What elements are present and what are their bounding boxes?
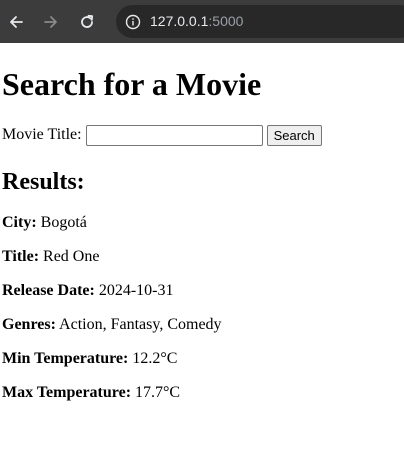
arrow-left-icon [10,16,23,28]
result-value: 12.2°C [132,350,178,367]
info-icon [125,14,141,30]
site-info-button[interactable] [123,12,143,32]
result-value: Action, Fantasy, Comedy [59,316,222,333]
result-label: Title: [2,248,40,265]
url-port: :5000 [208,13,244,29]
results-heading: Results: [2,169,85,195]
result-genres: Genres: Action, Fantasy, Comedy [2,315,222,334]
back-button[interactable] [2,8,30,36]
arrow-right-icon [44,16,57,28]
result-release-date: Release Date: 2024-10-31 [2,281,174,300]
result-label: Max Temperature: [2,384,132,401]
result-max-temperature: Max Temperature: 17.7°C [2,383,180,402]
result-value: 17.7°C [135,384,181,401]
result-title: Title: Red One [2,247,99,266]
url-text: 127.0.0.1:5000 [150,13,243,30]
address-bar[interactable]: 127.0.0.1:5000 [116,5,404,38]
result-city: City: Bogotá [2,213,87,232]
result-label: Min Temperature: [2,350,129,367]
url-host: 127.0.0.1 [150,13,209,29]
result-value: 2024-10-31 [98,282,174,299]
movie-title-input[interactable] [85,124,263,146]
reload-icon [81,14,94,28]
search-form: Movie Title: Search [2,123,322,147]
search-button[interactable]: Search [266,124,322,146]
result-label: Release Date: [2,282,95,299]
result-value: Bogotá [40,214,87,231]
reload-button[interactable] [73,8,101,36]
result-label: City: [2,214,37,231]
page-title: Search for a Movie [2,66,262,102]
movie-title-label: Movie Title: [2,126,82,143]
forward-button[interactable] [37,8,65,36]
browser-toolbar: 127.0.0.1:5000 [0,0,404,43]
result-value: Red One [43,248,100,265]
result-min-temperature: Min Temperature: 12.2°C [2,349,177,368]
result-label: Genres: [2,316,56,333]
